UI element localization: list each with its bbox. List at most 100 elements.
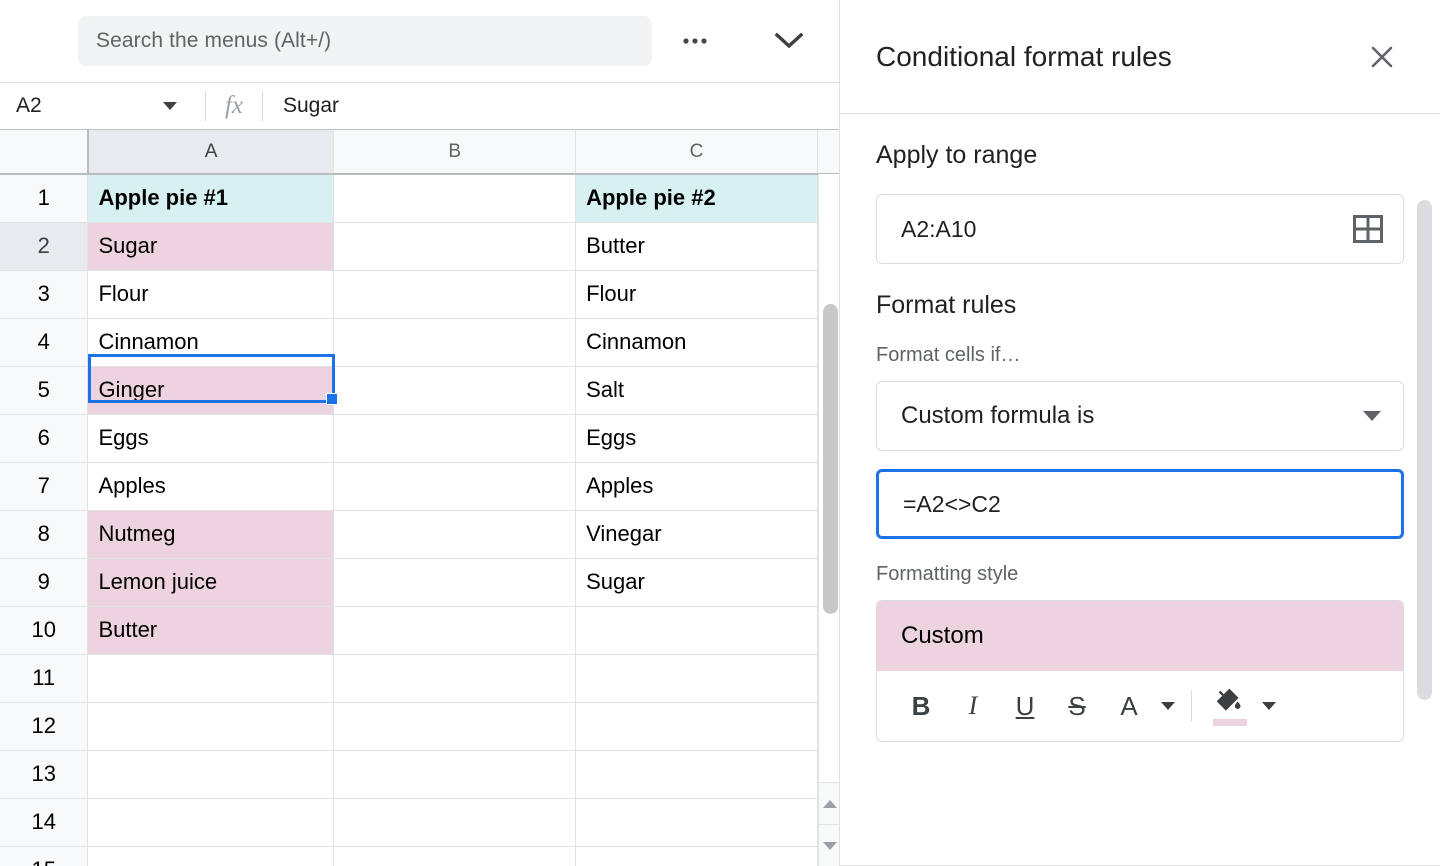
- formula-input[interactable]: Sugar: [263, 94, 339, 118]
- cell-A9[interactable]: Lemon juice: [88, 558, 334, 606]
- column-header-c[interactable]: C: [576, 130, 818, 174]
- row-header-8[interactable]: 8: [0, 510, 88, 558]
- cell-B11[interactable]: [334, 654, 576, 702]
- column-header-b[interactable]: B: [334, 130, 576, 174]
- row-header-9[interactable]: 9: [0, 558, 88, 606]
- cell-C6[interactable]: Eggs: [576, 414, 818, 462]
- name-box[interactable]: A2: [0, 83, 205, 129]
- strikethrough-button[interactable]: S: [1055, 684, 1099, 728]
- cell-A8[interactable]: Nutmeg: [88, 510, 334, 558]
- cell-A15[interactable]: [88, 846, 334, 866]
- condition-type-select[interactable]: Custom formula is: [876, 381, 1404, 451]
- cell-B5[interactable]: [334, 366, 576, 414]
- fx-label: fx: [225, 92, 243, 120]
- name-box-caret-icon: [163, 102, 177, 110]
- cell-C5[interactable]: Salt: [576, 366, 818, 414]
- cell-C11[interactable]: [576, 654, 818, 702]
- cell-A11[interactable]: [88, 654, 334, 702]
- row-header-11[interactable]: 11: [0, 654, 88, 702]
- row-header-1[interactable]: 1: [0, 174, 88, 222]
- panel-scrollbar-thumb[interactable]: [1417, 200, 1432, 700]
- cell-B10[interactable]: [334, 606, 576, 654]
- cell-B8[interactable]: [334, 510, 576, 558]
- cell-B9[interactable]: [334, 558, 576, 606]
- row-header-7[interactable]: 7: [0, 462, 88, 510]
- italic-button[interactable]: I: [951, 684, 995, 728]
- close-panel-button[interactable]: [1360, 35, 1404, 79]
- cell-B2[interactable]: [334, 222, 576, 270]
- cell-B6[interactable]: [334, 414, 576, 462]
- cell-A1[interactable]: Apple pie #1: [88, 174, 334, 222]
- cell-B15[interactable]: [334, 846, 576, 866]
- cell-C12[interactable]: [576, 702, 818, 750]
- cell-A3[interactable]: Flour: [88, 270, 334, 318]
- cell-C4[interactable]: Cinnamon: [576, 318, 818, 366]
- table-row: 6EggsEggs: [0, 414, 840, 462]
- fill-color-caret-icon[interactable]: [1262, 702, 1276, 710]
- cell-C10[interactable]: [576, 606, 818, 654]
- cell-B14[interactable]: [334, 798, 576, 846]
- row-header-13[interactable]: 13: [0, 750, 88, 798]
- fill-color-button[interactable]: [1208, 684, 1252, 728]
- sheet-scrollbar-thumb[interactable]: [823, 304, 838, 614]
- text-color-button[interactable]: A: [1107, 684, 1151, 728]
- cell-B3[interactable]: [334, 270, 576, 318]
- column-header-a[interactable]: A: [88, 130, 334, 174]
- cell-A5[interactable]: Ginger: [88, 366, 334, 414]
- cell-A6[interactable]: Eggs: [88, 414, 334, 462]
- cell-B7[interactable]: [334, 462, 576, 510]
- scroll-up-button[interactable]: [819, 782, 840, 824]
- cell-B1[interactable]: [334, 174, 576, 222]
- fill-handle[interactable]: [326, 393, 338, 405]
- sheet-vertical-scrollbar[interactable]: [818, 174, 840, 866]
- table-row: 10Butter: [0, 606, 840, 654]
- table-row: 14: [0, 798, 840, 846]
- cell-A7[interactable]: Apples: [88, 462, 334, 510]
- row-header-12[interactable]: 12: [0, 702, 88, 750]
- scroll-down-button[interactable]: [819, 824, 840, 866]
- cell-C15[interactable]: [576, 846, 818, 866]
- cell-C3[interactable]: Flour: [576, 270, 818, 318]
- cell-A13[interactable]: [88, 750, 334, 798]
- cell-B4[interactable]: [334, 318, 576, 366]
- underline-button[interactable]: U: [1003, 684, 1047, 728]
- cell-A10[interactable]: Butter: [88, 606, 334, 654]
- cell-A2[interactable]: Sugar: [88, 222, 334, 270]
- cell-A4[interactable]: Cinnamon: [88, 318, 334, 366]
- more-options-icon[interactable]: [672, 18, 718, 64]
- collapse-menus-button[interactable]: [766, 18, 812, 64]
- cell-C7[interactable]: Apples: [576, 462, 818, 510]
- cell-C2[interactable]: Butter: [576, 222, 818, 270]
- row-header-15[interactable]: 15: [0, 846, 88, 866]
- row-header-3[interactable]: 3: [0, 270, 88, 318]
- ellipsis-icon: [682, 37, 708, 45]
- row-header-10[interactable]: 10: [0, 606, 88, 654]
- row-header-6[interactable]: 6: [0, 414, 88, 462]
- cell-C13[interactable]: [576, 750, 818, 798]
- text-color-caret-icon[interactable]: [1161, 702, 1175, 710]
- panel-title: Conditional format rules: [876, 41, 1360, 73]
- cell-A14[interactable]: [88, 798, 334, 846]
- row-header-5[interactable]: 5: [0, 366, 88, 414]
- cell-C14[interactable]: [576, 798, 818, 846]
- spreadsheet-area: Search the menus (Alt+/) A2: [0, 0, 840, 866]
- cell-B13[interactable]: [334, 750, 576, 798]
- cell-C9[interactable]: Sugar: [576, 558, 818, 606]
- row-header-14[interactable]: 14: [0, 798, 88, 846]
- panel-body: Apply to range A2:A10 Format rules Forma…: [840, 141, 1440, 742]
- search-menus-input[interactable]: Search the menus (Alt+/): [78, 16, 652, 66]
- cell-B12[interactable]: [334, 702, 576, 750]
- fill-color-icon: [1213, 687, 1247, 726]
- select-all-corner[interactable]: [0, 130, 88, 174]
- cell-C8[interactable]: Vinegar: [576, 510, 818, 558]
- bold-button[interactable]: B: [899, 684, 943, 728]
- format-cells-if-label: Format cells if…: [876, 344, 1404, 367]
- cell-C1[interactable]: Apple pie #2: [576, 174, 818, 222]
- row-header-2[interactable]: 2: [0, 222, 88, 270]
- apply-to-range-input[interactable]: A2:A10: [876, 194, 1404, 264]
- conditional-format-panel: Conditional format rules Apply to range …: [840, 0, 1440, 866]
- custom-formula-input[interactable]: =A2<>C2: [876, 469, 1404, 539]
- row-header-4[interactable]: 4: [0, 318, 88, 366]
- cell-A12[interactable]: [88, 702, 334, 750]
- grid-select-icon[interactable]: [1351, 214, 1385, 244]
